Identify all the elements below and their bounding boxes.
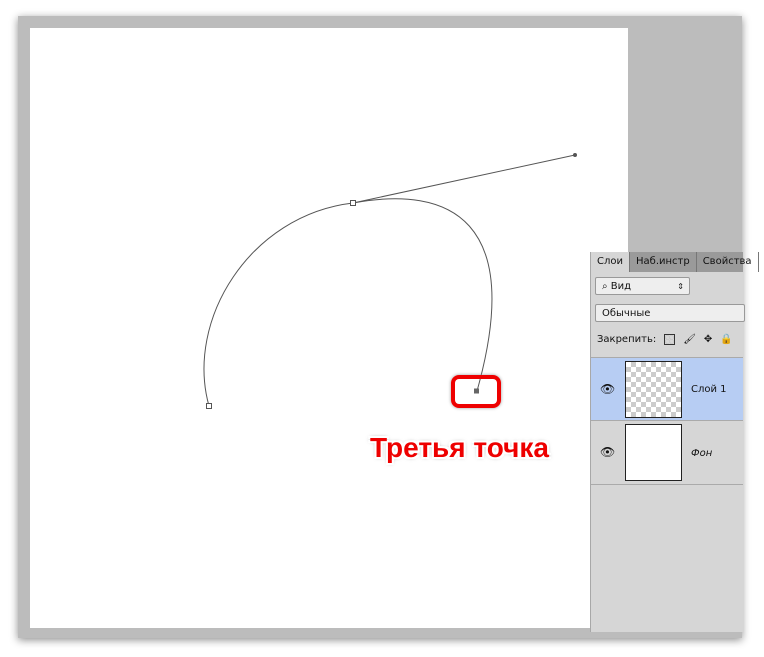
move-icon[interactable]: ✥ [704,334,712,345]
tab-layers[interactable]: Слои [591,252,630,272]
layer-thumbnail [625,361,682,418]
search-icon: ⌕ [602,281,608,292]
layer-row[interactable]: 👁 Фон [591,420,743,485]
anchor-point-1 [206,403,212,409]
layer-thumbnail [625,424,682,481]
pen-path[interactable] [30,28,628,628]
layers-panel: Слои Наб.инстр Свойства ⌕ Вид ⇕ Обычные … [590,252,759,632]
direction-handle-line [352,154,576,204]
brush-icon[interactable]: 🖌 [683,334,696,345]
layer-row[interactable]: 👁 Слой 1 [591,357,743,421]
lock-transparency-icon[interactable] [664,334,676,345]
lock-label: Закрепить: [597,334,657,345]
anchor-point-2 [350,200,356,206]
tab-properties[interactable]: Свойства [697,252,759,272]
annotation-label: Третья точка [370,432,549,463]
updown-icon: ⇕ [677,282,684,291]
filter-select[interactable]: ⌕ Вид ⇕ [595,277,690,295]
eye-icon[interactable]: 👁 [600,445,615,459]
blend-mode-select[interactable]: Обычные [595,304,745,322]
canvas[interactable] [30,28,628,628]
lock-icon[interactable]: 🔒 [720,334,732,345]
highlight-box [451,375,501,408]
layer-name[interactable]: Фон [691,448,712,459]
filter-value: Вид [610,281,632,292]
tab-presets[interactable]: Наб.инстр [630,252,697,272]
direction-handle-point [573,153,577,157]
curve-path [203,198,493,407]
layer-name[interactable]: Слой 1 [691,384,727,395]
eye-icon[interactable]: 👁 [600,382,615,396]
